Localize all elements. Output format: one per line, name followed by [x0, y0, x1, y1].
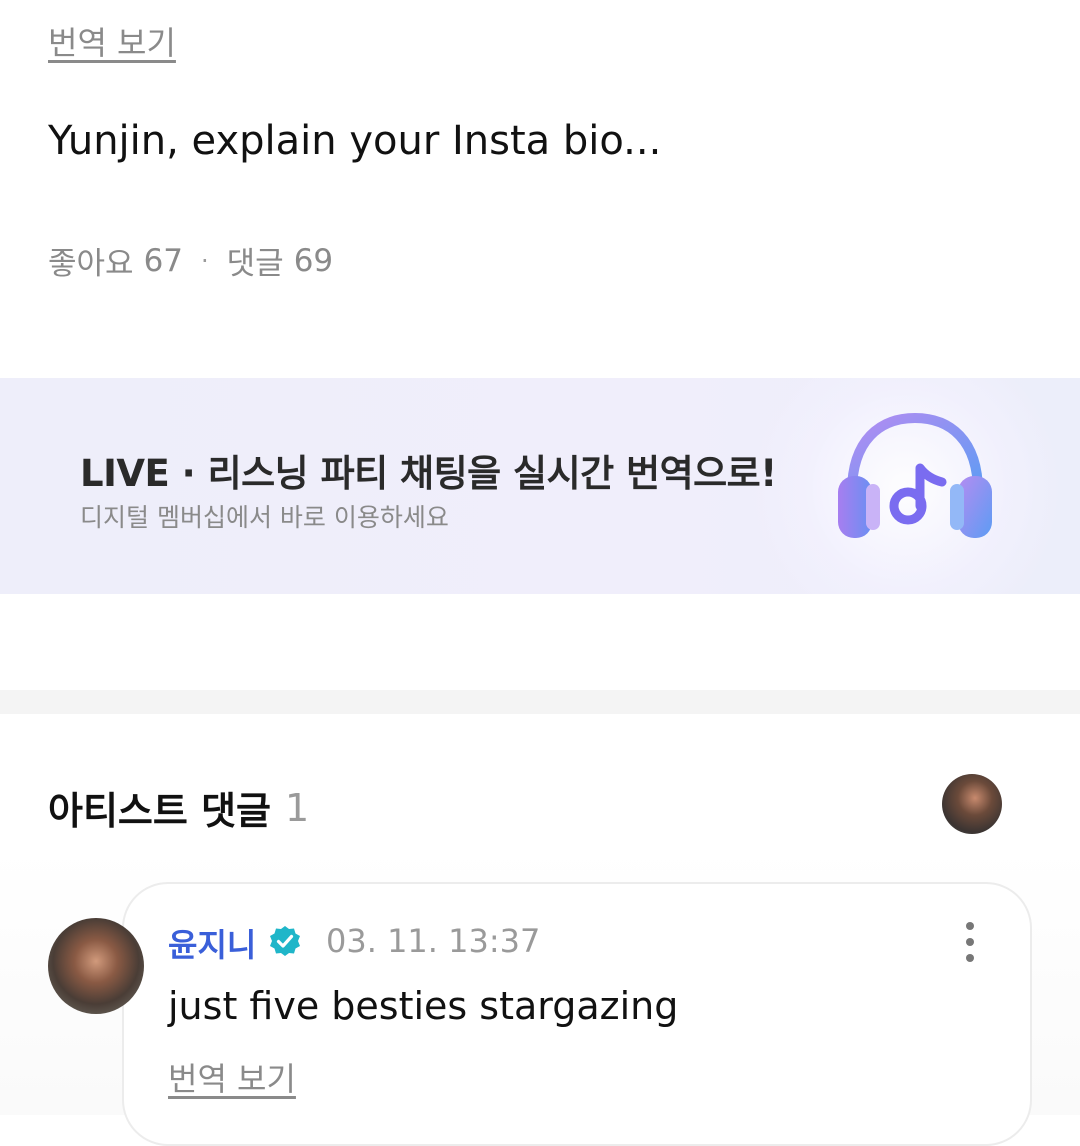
- likes-count: 67: [143, 242, 184, 279]
- stats-separator: ·: [201, 246, 209, 275]
- section-divider: [0, 690, 1080, 714]
- comment-translate-link[interactable]: 번역 보기: [168, 1054, 296, 1100]
- artist-avatar-filter[interactable]: [942, 774, 1002, 834]
- post-translate-link[interactable]: 번역 보기: [48, 18, 176, 64]
- likes-label[interactable]: 좋아요: [48, 238, 134, 283]
- more-dot: [966, 938, 974, 946]
- comment-author[interactable]: 윤지니: [168, 920, 256, 966]
- verified-badge-icon: [270, 926, 300, 956]
- artist-comments-count: 1: [285, 785, 310, 830]
- artist-comments-heading: 아티스트 댓글 1: [48, 780, 309, 835]
- comment-text: just five besties stargazing: [168, 984, 679, 1028]
- comment-date: 03. 11. 13:37: [326, 922, 541, 960]
- more-options-icon[interactable]: [958, 922, 982, 962]
- comments-label[interactable]: 댓글: [227, 238, 284, 283]
- post-text: Yunjin, explain your Insta bio...: [48, 118, 662, 164]
- more-dot: [966, 954, 974, 962]
- banner-title: LIVE · 리스닝 파티 채팅을 실시간 번역으로!: [80, 452, 777, 495]
- comments-count: 69: [293, 242, 334, 279]
- more-dot: [966, 922, 974, 930]
- post-stats: 좋아요 67 · 댓글 69: [48, 238, 333, 283]
- headphones-music-icon: [838, 412, 992, 538]
- banner-subtitle: 디지털 멤버십에서 바로 이용하세요: [80, 503, 449, 532]
- avatar[interactable]: [48, 918, 144, 1014]
- artist-comments-title: 아티스트 댓글: [48, 789, 271, 833]
